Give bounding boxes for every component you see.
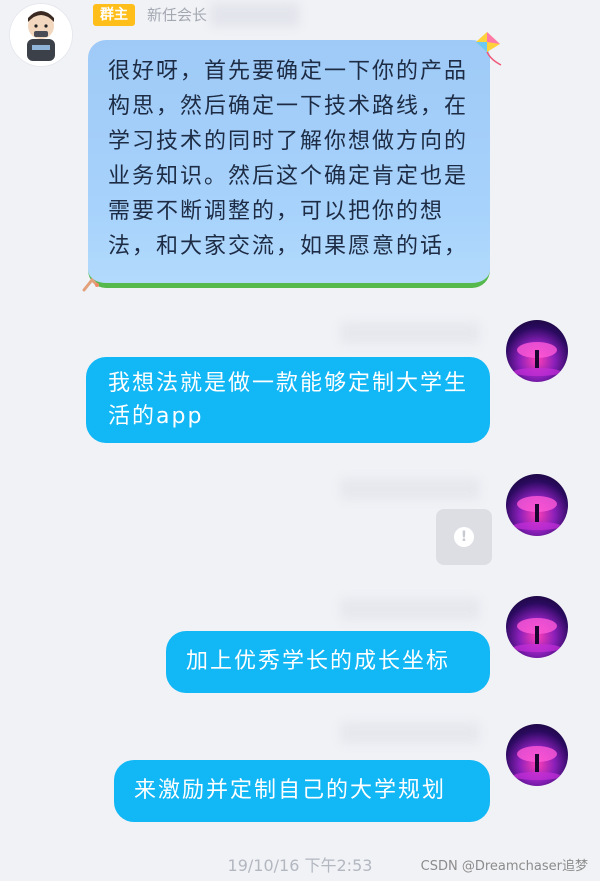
my-avatar[interactable] bbox=[506, 474, 568, 536]
outgoing-message-bubble[interactable]: 我想法就是做一款能够定制大学生活的app bbox=[86, 357, 490, 443]
kite-icon bbox=[470, 30, 504, 66]
decoration-icon bbox=[82, 276, 106, 294]
redacted-name bbox=[340, 722, 480, 744]
cartoon-avatar-icon bbox=[10, 4, 72, 66]
sender-name[interactable]: 新任会长 bbox=[147, 5, 207, 25]
redacted-name bbox=[340, 598, 480, 620]
neon-tree-avatar-icon bbox=[513, 746, 561, 780]
redacted-name bbox=[210, 3, 300, 27]
my-avatar[interactable] bbox=[506, 320, 568, 382]
my-avatar[interactable] bbox=[506, 596, 568, 658]
redacted-name bbox=[340, 478, 480, 500]
incoming-message-bubble[interactable]: 很好呀，首先要确定一下你的产品构思，然后确定一下技术路线，在学习技术的同时了解你… bbox=[88, 40, 490, 288]
redacted-name bbox=[340, 322, 480, 344]
neon-tree-avatar-icon bbox=[513, 496, 561, 530]
my-avatar[interactable] bbox=[506, 724, 568, 786]
outgoing-message-bubble[interactable]: 来激励并定制自己的大学规划 bbox=[114, 760, 490, 822]
alert-icon: ! bbox=[454, 527, 474, 547]
sender-avatar[interactable] bbox=[10, 4, 72, 66]
neon-tree-avatar-icon bbox=[513, 342, 561, 376]
neon-tree-avatar-icon bbox=[513, 618, 561, 652]
incoming-message-text: 很好呀，首先要确定一下你的产品构思，然后确定一下技术路线，在学习技术的同时了解你… bbox=[108, 59, 469, 259]
watermark: CSDN @Dreamchaser追梦 bbox=[420, 859, 588, 874]
owner-badge: 群主 bbox=[93, 4, 135, 26]
failed-image-message[interactable]: ! bbox=[436, 509, 492, 565]
outgoing-message-bubble[interactable]: 加上优秀学长的成长坐标 bbox=[166, 631, 490, 693]
